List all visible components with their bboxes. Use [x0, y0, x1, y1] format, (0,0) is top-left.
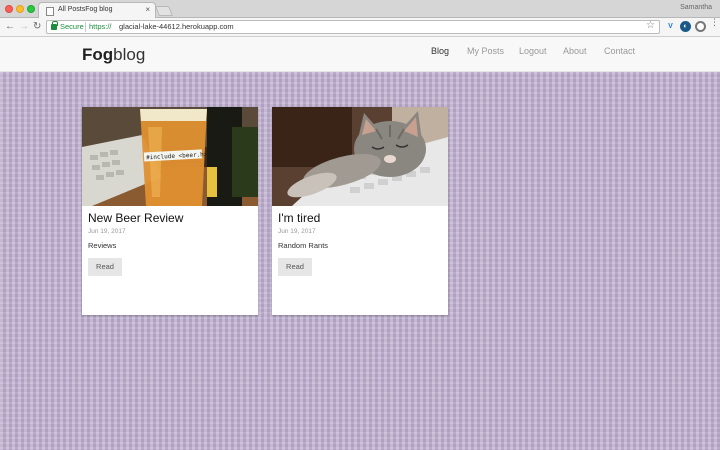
- reload-icon[interactable]: ↻: [33, 20, 41, 34]
- read-button[interactable]: Read: [278, 258, 312, 276]
- extension-circle-icon[interactable]: ◐: [680, 21, 691, 32]
- address-bar[interactable]: Secure https:// glacial-lake-44612.herok…: [46, 20, 660, 34]
- window-close-button[interactable]: [5, 5, 13, 13]
- browser-toolbar: ← → ↻ Secure https:// glacial-lake-44612…: [0, 18, 720, 37]
- browser-tab[interactable]: All PostsFog blog ×: [38, 2, 156, 18]
- new-tab-button[interactable]: [155, 6, 173, 16]
- secure-label: Secure: [60, 22, 84, 31]
- post-title[interactable]: New Beer Review: [88, 211, 183, 225]
- sleeping-kitten-photo: [272, 107, 448, 206]
- nav-link-logout[interactable]: Logout: [519, 46, 547, 56]
- post-date: Jun 19, 2017: [88, 228, 126, 235]
- window-zoom-button[interactable]: [27, 5, 35, 13]
- page-content: Fogblog Blog My Posts Logout About Conta…: [0, 37, 720, 450]
- lock-icon: [51, 21, 58, 30]
- post-title[interactable]: I'm tired: [278, 211, 320, 225]
- url-divider: [85, 22, 86, 32]
- extension-ring-icon[interactable]: [695, 21, 706, 32]
- menu-dots-icon[interactable]: ⋮: [710, 18, 719, 27]
- post-card: #include <beer.h> New Beer Review Jun 19…: [82, 107, 258, 315]
- url-scheme: https://: [89, 22, 112, 31]
- post-date: Jun 19, 2017: [278, 228, 316, 235]
- nav-link-about[interactable]: About: [563, 46, 587, 56]
- nav-link-my-posts[interactable]: My Posts: [467, 46, 504, 56]
- page-favicon-icon: [46, 7, 54, 16]
- tab-close-icon[interactable]: ×: [145, 5, 150, 14]
- url-host: glacial-lake-44612.herokuapp.com: [119, 22, 234, 31]
- site-nav-links: Blog My Posts Logout About Contact: [0, 46, 720, 62]
- site-navbar: Fogblog Blog My Posts Logout About Conta…: [0, 37, 720, 72]
- beer-glass-photo: #include <beer.h>: [82, 107, 258, 206]
- post-category: Reviews: [88, 241, 117, 250]
- read-button[interactable]: Read: [88, 258, 122, 276]
- back-arrow-icon[interactable]: ←: [5, 20, 15, 34]
- window-minimize-button[interactable]: [16, 5, 24, 13]
- tab-title: All PostsFog blog: [58, 6, 113, 13]
- forward-arrow-icon[interactable]: →: [19, 20, 29, 34]
- browser-tab-bar: All PostsFog blog × Samantha: [0, 0, 720, 18]
- post-card: I'm tired Jun 19, 2017 Random Rants Read: [272, 107, 448, 315]
- browser-profile-name[interactable]: Samantha: [680, 4, 712, 11]
- nav-link-contact[interactable]: Contact: [604, 46, 635, 56]
- nav-link-blog[interactable]: Blog: [431, 46, 449, 56]
- extension-v-icon[interactable]: V: [665, 21, 676, 32]
- post-category: Random Rants: [278, 241, 329, 250]
- bookmark-star-icon[interactable]: ☆: [646, 20, 655, 31]
